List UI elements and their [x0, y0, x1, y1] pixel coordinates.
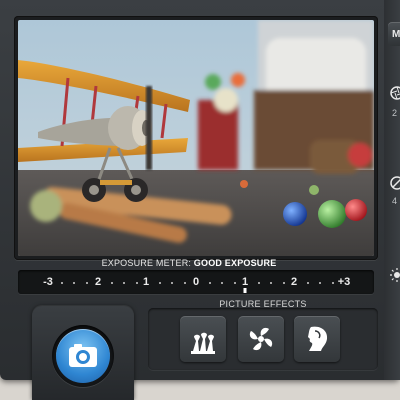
scale-dot — [60, 282, 63, 284]
fan-effect-button[interactable] — [238, 316, 284, 362]
scale-dot — [123, 282, 125, 284]
scale-dot — [171, 282, 173, 284]
mode-button[interactable]: M — [388, 22, 400, 46]
scale-dot — [110, 282, 113, 284]
aperture-icon[interactable] — [390, 86, 400, 100]
exposure-indicator — [243, 288, 247, 293]
scale-dot — [158, 282, 161, 284]
face-profile-icon — [308, 326, 328, 351]
scale-dot — [85, 282, 88, 284]
fan-icon — [249, 327, 273, 351]
scale-label-plus3: +3 — [337, 276, 351, 288]
scale-label-minus2: 2 — [94, 276, 102, 288]
viewfinder-photo[interactable] — [18, 20, 374, 256]
scale-dot — [135, 282, 138, 284]
chess-pieces-icon — [191, 332, 215, 354]
focus-icon[interactable] — [390, 176, 400, 190]
chess-pieces-effect-button[interactable] — [180, 316, 226, 362]
scale-dot — [257, 282, 260, 284]
scale-dot — [319, 282, 321, 284]
scale-dot — [221, 282, 223, 284]
exposure-meter-scale[interactable]: -3 2 1 0 1 2 +3 — [18, 270, 374, 294]
scale-dot — [208, 282, 211, 284]
mode-button-label: M — [392, 28, 400, 40]
camera-icon — [69, 344, 97, 367]
scale-dot — [73, 282, 75, 284]
viewfinder — [14, 16, 378, 260]
scale-dot — [306, 282, 309, 284]
scale-label-plus1: 1 — [241, 276, 249, 288]
scale-dot — [282, 282, 285, 284]
rail-tick-2: 4 — [392, 196, 398, 206]
brightness-icon[interactable] — [390, 268, 400, 282]
shutter-button[interactable] — [56, 329, 110, 383]
scale-dot — [233, 282, 236, 284]
side-control-rail — [384, 0, 400, 380]
scale-label-plus2: 2 — [290, 276, 298, 288]
portrait-effect-button[interactable] — [294, 316, 340, 362]
scale-dot — [183, 282, 186, 284]
scale-dot — [331, 282, 334, 284]
scale-label-minus1: 1 — [142, 276, 150, 288]
scale-label-minus3: -3 — [43, 276, 53, 288]
scale-dot — [270, 282, 272, 284]
exposure-meter-prefix: EXPOSURE METER: — [101, 258, 192, 268]
exposure-meter-value: GOOD EXPOSURE — [193, 258, 277, 268]
scale-label-zero: 0 — [192, 276, 200, 288]
rail-tick-1: 2 — [392, 108, 398, 118]
exposure-meter-label: EXPOSURE METER: GOOD EXPOSURE — [0, 258, 378, 268]
